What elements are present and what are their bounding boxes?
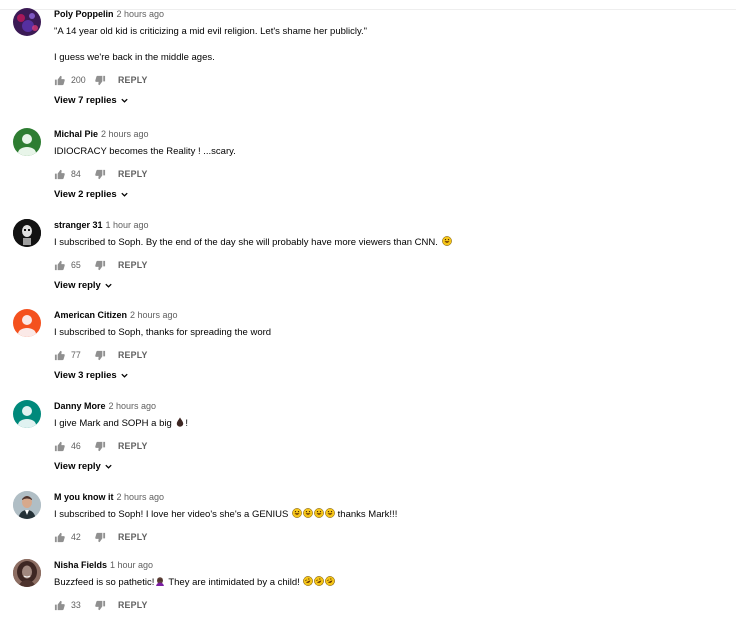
avatar[interactable] xyxy=(13,309,41,337)
comment-time[interactable]: 2 hours ago xyxy=(117,492,165,502)
comment-text-end: ! xyxy=(185,418,189,429)
like-icon[interactable] xyxy=(54,441,65,452)
comment-author[interactable]: M you know it xyxy=(54,492,114,502)
comment-author[interactable]: Nisha Fields xyxy=(54,560,107,570)
chevron-down-icon xyxy=(120,371,129,380)
dislike-icon[interactable] xyxy=(95,350,106,361)
comment-text-content: I give Mark and SOPH a big xyxy=(54,418,172,429)
reply-button[interactable]: REPLY xyxy=(118,260,148,270)
woman-photo-avatar-icon xyxy=(13,559,41,587)
chevron-down-icon xyxy=(120,96,129,105)
comment-author[interactable]: Poly Poppelin xyxy=(54,9,114,19)
like-icon[interactable] xyxy=(54,350,65,361)
grinning-emoji-icon xyxy=(292,508,302,518)
comment-author[interactable]: Danny More xyxy=(54,401,106,411)
comment-text: Buzzfeed is so pathetic! They are intimid… xyxy=(54,576,724,589)
like-count: 77 xyxy=(71,350,81,360)
reply-button[interactable]: REPLY xyxy=(118,600,148,610)
like-count: 33 xyxy=(71,600,81,610)
chevron-down-icon xyxy=(120,190,129,199)
dislike-icon[interactable] xyxy=(95,532,106,543)
view-replies-label: View 7 replies xyxy=(54,95,117,106)
comment-author[interactable]: Michal Pie xyxy=(54,129,98,139)
dislike-icon[interactable] xyxy=(95,169,106,180)
like-count: 42 xyxy=(71,532,81,542)
dislike-icon[interactable] xyxy=(95,260,106,271)
view-replies-button[interactable]: View 7 replies xyxy=(54,94,724,107)
comment-text-content: I subscribed to Soph. By the end of the … xyxy=(54,237,438,248)
chevron-down-icon xyxy=(104,281,113,290)
teal-default-avatar-icon xyxy=(18,406,36,428)
like-count: 65 xyxy=(71,260,81,270)
view-replies-label: View 3 replies xyxy=(54,370,117,381)
comment-time[interactable]: 1 hour ago xyxy=(110,560,153,570)
comment-text: "A 14 year old kid is criticizing a mid … xyxy=(54,26,368,63)
view-replies-button[interactable]: View 3 replies xyxy=(54,369,724,382)
view-replies-button[interactable]: View reply xyxy=(54,279,724,292)
man-photo-avatar-icon xyxy=(13,491,41,519)
reply-button[interactable]: REPLY xyxy=(118,532,148,542)
avatar[interactable] xyxy=(13,559,41,587)
grinning-emoji-icon xyxy=(441,236,452,246)
comment-time[interactable]: 2 hours ago xyxy=(130,310,178,320)
view-replies-label: View reply xyxy=(54,280,101,291)
like-icon[interactable] xyxy=(54,75,65,86)
comment-time[interactable]: 2 hours ago xyxy=(117,9,165,19)
like-icon[interactable] xyxy=(54,532,65,543)
chevron-down-icon xyxy=(104,462,113,471)
comment-text: I subscribed to Soph, thanks for spreadi… xyxy=(54,327,272,338)
view-replies-button[interactable]: View 2 replies xyxy=(54,188,724,201)
comment-text: I subscribed to Soph. By the end of the … xyxy=(54,236,724,249)
facepalm-emoji-icon xyxy=(156,577,165,586)
like-icon[interactable] xyxy=(54,600,65,611)
rofl-emoji-icon xyxy=(325,576,336,586)
dislike-icon[interactable] xyxy=(95,600,106,611)
comment-time[interactable]: 1 hour ago xyxy=(106,220,149,230)
dislike-icon[interactable] xyxy=(95,75,106,86)
dark-masked-avatar-icon xyxy=(13,219,41,247)
like-icon[interactable] xyxy=(54,169,65,180)
green-default-avatar-icon xyxy=(18,134,36,156)
reply-button[interactable]: REPLY xyxy=(118,350,148,360)
like-icon[interactable] xyxy=(54,260,65,271)
comment-text: I give Mark and SOPH a big ! xyxy=(54,417,724,430)
rofl-emoji-icon xyxy=(303,576,314,586)
grinning-emoji-icon xyxy=(303,508,313,518)
reply-button[interactable]: REPLY xyxy=(118,169,148,179)
comment-time[interactable]: 2 hours ago xyxy=(109,401,157,411)
reply-button[interactable]: REPLY xyxy=(118,441,148,451)
comment-text: IDIOCRACY becomes the Reality ! ...scary… xyxy=(54,146,236,157)
like-count: 46 xyxy=(71,441,81,451)
rofl-emoji-icon xyxy=(314,576,325,586)
comment-author[interactable]: American Citizen xyxy=(54,310,127,320)
avatar[interactable] xyxy=(13,400,41,428)
view-replies-button[interactable]: View reply xyxy=(54,460,724,473)
orange-default-avatar-icon xyxy=(18,315,36,337)
comment-text-middle: They are intimidated by a child! xyxy=(168,577,300,588)
grinning-emoji-icon xyxy=(314,508,324,518)
like-count: 200 xyxy=(71,75,86,85)
view-replies-label: View 2 replies xyxy=(54,189,117,200)
dislike-icon[interactable] xyxy=(95,441,106,452)
comment-text-content: I subscribed to Soph! I love her video's… xyxy=(54,509,289,520)
dark-drop-emoji-icon xyxy=(177,417,184,427)
avatar[interactable] xyxy=(13,128,41,156)
comment-time[interactable]: 2 hours ago xyxy=(101,129,149,139)
comment-text: I subscribed to Soph! I love her video's… xyxy=(54,508,724,521)
reply-button[interactable]: REPLY xyxy=(118,75,148,85)
like-count: 84 xyxy=(71,169,81,179)
purple-photo-avatar-icon xyxy=(13,8,41,36)
avatar[interactable] xyxy=(13,8,41,36)
comment-text-end: thanks Mark!!! xyxy=(337,509,398,520)
grinning-emoji-icon xyxy=(325,508,335,518)
comment-author[interactable]: stranger 31 xyxy=(54,220,103,230)
avatar[interactable] xyxy=(13,219,41,247)
avatar[interactable] xyxy=(13,491,41,519)
comment-text-content: Buzzfeed is so pathetic! xyxy=(54,577,155,588)
view-replies-label: View reply xyxy=(54,461,101,472)
